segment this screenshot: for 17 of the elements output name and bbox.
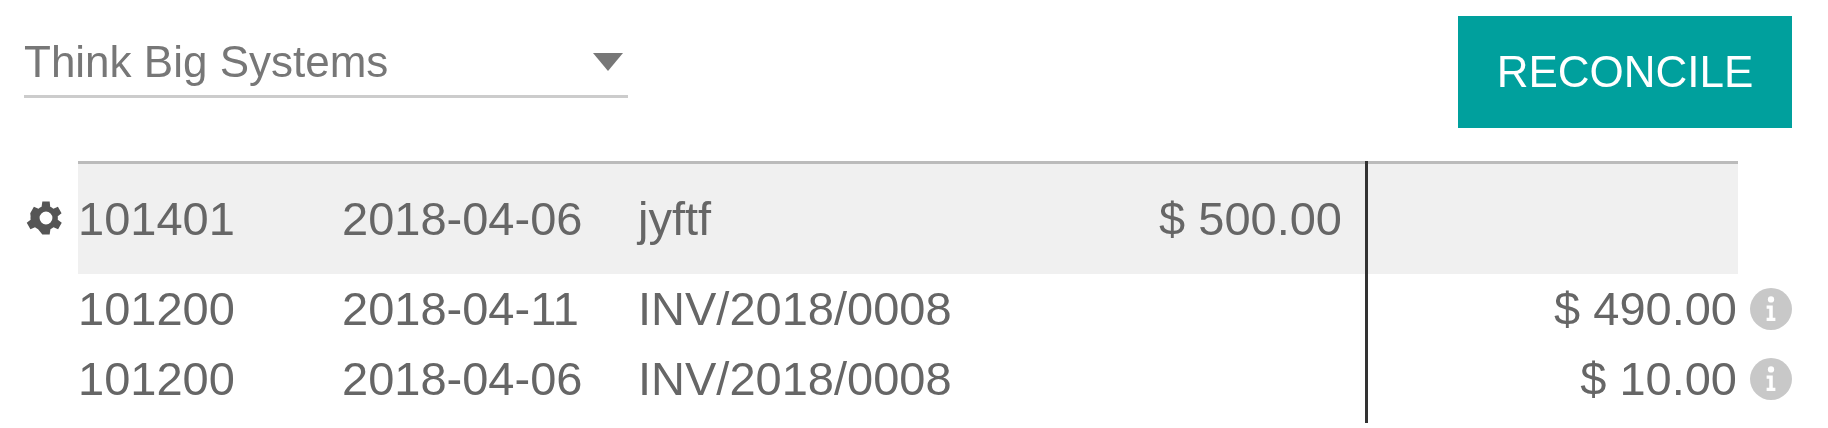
account-code: 101200 — [78, 350, 236, 407]
line-date: 2018-04-11 — [342, 280, 580, 337]
line-label: INV/2018/0008 — [638, 280, 953, 337]
caret-icon — [592, 52, 624, 71]
credit-amount: $ 490.00 — [1553, 280, 1737, 337]
line-date: 2018-04-06 — [342, 350, 584, 407]
line-date: 2018-04-06 — [342, 190, 584, 247]
partner-select[interactable]: Think Big Systems — [24, 28, 628, 98]
debit-amount: $ 500.00 — [1158, 190, 1342, 247]
info-icon[interactable] — [1750, 288, 1792, 330]
line-label: jyftf — [638, 190, 713, 247]
reconcile-button[interactable]: RECONCILE — [1458, 16, 1792, 128]
line-label: INV/2018/0008 — [638, 350, 953, 407]
account-code: 101200 — [78, 280, 236, 337]
credit-amount: $ 10.00 — [1579, 350, 1737, 407]
account-code: 101401 — [78, 190, 236, 247]
info-icon[interactable] — [1750, 358, 1792, 400]
